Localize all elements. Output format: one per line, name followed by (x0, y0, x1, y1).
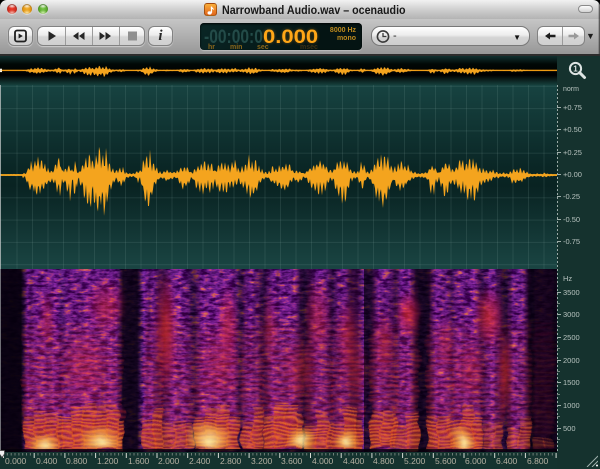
svg-text:1: 1 (573, 65, 578, 74)
